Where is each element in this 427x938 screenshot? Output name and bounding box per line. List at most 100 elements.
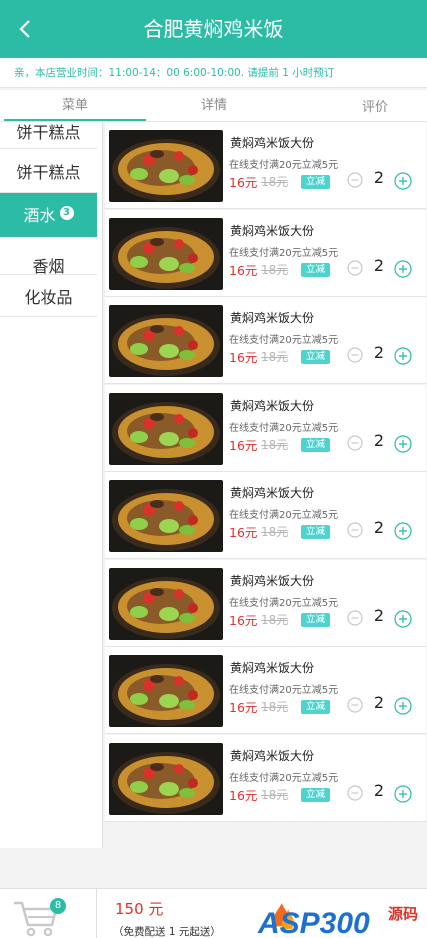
logo-text: ASP300	[257, 907, 370, 938]
dish-name: 黄焖鸡米饭大份	[230, 223, 315, 238]
dish-row[interactable]: 黄焖鸡米饭大份 在线支付满20元立减5元 16元 18元 立减 2	[105, 472, 426, 559]
dish-thumbnail[interactable]	[109, 742, 223, 815]
dish-row[interactable]: 黄焖鸡米饭大份 在线支付满20元立减5元 16元 18元 立减 2	[105, 734, 426, 822]
quantity-value: 2	[373, 780, 385, 800]
sidebar-item-biscuits-2[interactable]: 饼干糕点	[0, 149, 97, 193]
dish-name: 黄焖鸡米饭大份	[230, 748, 315, 763]
plus-icon[interactable]	[394, 609, 412, 628]
dish-original-price: 18元	[261, 612, 289, 627]
sidebar-item-biscuits[interactable]: 饼干糕点	[0, 122, 97, 149]
divider	[0, 316, 97, 317]
dish-photo	[109, 480, 223, 552]
dish-thumbnail[interactable]	[109, 217, 223, 290]
dish-promo: 在线支付满20元立减5元	[229, 160, 339, 171]
dish-price: 16元	[229, 350, 258, 365]
discount-tag: 立减	[301, 262, 331, 277]
dish-row[interactable]: 黄焖鸡米饭大份 在线支付满20元立减5元 16元 18元 立减 2	[105, 297, 426, 384]
delivery-note: （免费配送 1 元起送）	[113, 926, 221, 938]
minus-icon[interactable]	[347, 172, 363, 188]
dish-price: 16元	[229, 525, 258, 540]
tab-bar: 菜单 详情 评价	[0, 90, 427, 122]
sidebar-item-drinks[interactable]: 酒水 3	[0, 193, 97, 237]
dish-promo: 在线支付满20元立减5元	[229, 510, 339, 521]
dish-thumbnail[interactable]	[109, 480, 223, 552]
dish-original-price: 18元	[261, 175, 289, 189]
quantity-value: 2	[373, 518, 385, 537]
minus-icon[interactable]	[347, 697, 363, 713]
plus-icon[interactable]	[394, 784, 412, 803]
tab-menu[interactable]: 菜单	[4, 90, 146, 122]
dish-row[interactable]: 黄焖鸡米饭大份 在线支付满20元立减5元 16元 18元 立减 2	[105, 384, 426, 472]
tab-details[interactable]: 详情	[146, 90, 282, 122]
dish-name: 黄焖鸡米饭大份	[230, 661, 315, 675]
discount-tag: 立减	[301, 525, 331, 539]
plus-icon[interactable]	[394, 172, 412, 190]
minus-icon[interactable]	[347, 347, 363, 363]
quantity-value: 2	[373, 693, 385, 712]
minus-icon[interactable]	[347, 784, 363, 801]
dish-photo	[109, 567, 223, 640]
dish-original-price: 18元	[261, 437, 289, 452]
quantity-value: 2	[373, 605, 385, 625]
cart-count-badge: 8	[50, 898, 66, 914]
divider	[96, 889, 97, 938]
dish-thumbnail[interactable]	[109, 567, 223, 640]
minus-icon[interactable]	[347, 434, 363, 451]
sidebar-item-cosmetics[interactable]: 化妆品	[0, 275, 97, 317]
plus-icon[interactable]	[394, 347, 412, 365]
dish-promo: 在线支付满20元立减5元	[229, 597, 339, 609]
dish-original-price: 18元	[261, 700, 289, 714]
plus-icon[interactable]	[394, 434, 412, 453]
dish-row[interactable]: 黄焖鸡米饭大份 在线支付满20元立减5元 16元 18元 立减 2	[105, 122, 426, 209]
dish-promo: 在线支付满20元立减5元	[229, 685, 339, 696]
site-logo: ASP300 源码	[257, 903, 418, 938]
dish-name: 黄焖鸡米饭大份	[230, 311, 315, 325]
dish-photo	[109, 392, 223, 465]
minus-icon[interactable]	[347, 522, 363, 538]
dish-original-price: 18元	[261, 350, 289, 364]
quantity-value: 2	[373, 255, 385, 275]
dish-name: 黄焖鸡米饭大份	[230, 398, 315, 413]
dish-price: 16元	[229, 175, 258, 190]
discount-tag: 立减	[301, 787, 331, 802]
page-title: 合肥黄焖鸡米饭	[143, 17, 284, 41]
cart-total: 150 元	[115, 900, 164, 918]
dish-row[interactable]: 黄焖鸡米饭大份在线支付满20元立减5元 16元 18元 立减 2	[105, 647, 426, 734]
logo-subtext: 源码	[388, 905, 418, 923]
business-hours-notice: 亲，本店营业时间：11:00-14：00 6:00-10:00. 请提前 1 小…	[0, 58, 427, 88]
dish-price: 16元	[229, 700, 258, 715]
discount-tag: 立减	[301, 700, 331, 714]
minus-icon[interactable]	[347, 609, 363, 626]
plus-icon[interactable]	[394, 697, 412, 715]
dish-price: 16元	[229, 787, 258, 803]
dish-promo: 在线支付满20元立减5元	[229, 772, 339, 784]
dish-thumbnail[interactable]	[109, 305, 223, 377]
dish-original-price: 18元	[261, 262, 289, 277]
dish-photo	[109, 217, 223, 290]
dish-name: 黄焖鸡米饭大份	[230, 573, 315, 588]
plus-icon[interactable]	[394, 522, 412, 540]
category-count-badge: 3	[59, 206, 74, 220]
dish-thumbnail[interactable]	[109, 392, 223, 465]
tab-reviews[interactable]: 评价	[322, 92, 427, 124]
dish-promo: 在线支付满20元立减5元	[229, 335, 339, 346]
minus-icon[interactable]	[347, 259, 363, 276]
dish-original-price: 18元	[261, 525, 289, 539]
dish-photo	[109, 130, 223, 202]
quantity-value: 2	[373, 168, 385, 187]
sidebar-item-cigarettes[interactable]: 香烟	[0, 237, 97, 276]
quantity-value: 2	[373, 430, 385, 450]
dish-photo	[109, 742, 223, 815]
dish-thumbnail[interactable]	[109, 130, 223, 202]
dish-row[interactable]: 黄焖鸡米饭大份 在线支付满20元立减5元 16元 18元 立减 2	[105, 209, 426, 297]
sidebar-item-label: 饼干糕点	[16, 163, 81, 182]
category-sidebar: 饼干糕点 饼干糕点 酒水 3 香烟 化妆品	[0, 122, 103, 848]
discount-tag: 立减	[301, 437, 331, 452]
dish-thumbnail[interactable]	[109, 655, 223, 727]
dish-promo: 在线支付满20元立减5元	[229, 247, 339, 259]
plus-icon[interactable]	[394, 259, 412, 278]
dish-row[interactable]: 黄焖鸡米饭大份 在线支付满20元立减5元 16元 18元 立减 2	[105, 559, 426, 647]
sidebar-item-label: 化妆品	[24, 288, 73, 307]
dish-promo: 在线支付满20元立减5元	[229, 422, 339, 434]
sidebar-item-label: 酒水	[23, 206, 56, 225]
